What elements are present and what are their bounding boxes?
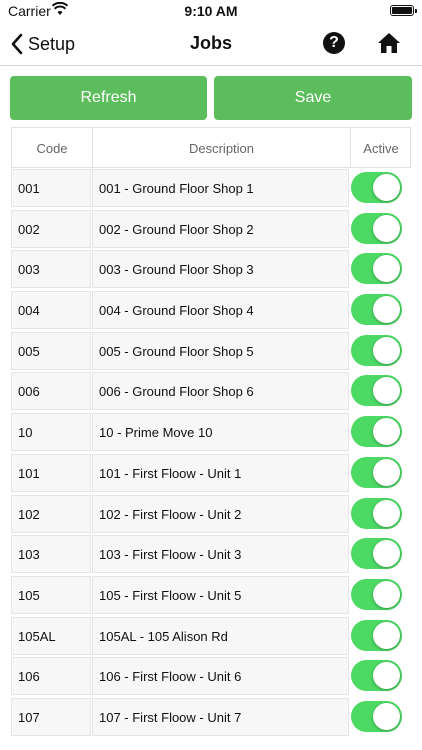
table-header: Code Description Active bbox=[11, 127, 411, 168]
table-row[interactable]: 004 004 - Ground Floor Shop 4 bbox=[11, 290, 411, 331]
table-row[interactable]: 003 003 - Ground Floor Shop 3 bbox=[11, 249, 411, 290]
table-row[interactable]: 005 005 - Ground Floor Shop 5 bbox=[11, 331, 411, 372]
active-toggle[interactable] bbox=[351, 538, 402, 570]
toggle-knob bbox=[373, 540, 400, 568]
row-description: 006 - Ground Floor Shop 6 bbox=[92, 372, 349, 411]
refresh-button[interactable]: Refresh bbox=[10, 76, 207, 120]
row-code: 101 bbox=[11, 453, 91, 492]
table-row[interactable]: 101 101 - First Floow - Unit 1 bbox=[11, 453, 411, 494]
row-description: 001 - Ground Floor Shop 1 bbox=[92, 169, 349, 207]
row-code: 006 bbox=[11, 372, 91, 411]
row-description: 105AL - 105 Alison Rd bbox=[92, 616, 349, 655]
table-row[interactable]: 006 006 - Ground Floor Shop 6 bbox=[11, 371, 411, 412]
row-code: 105 bbox=[11, 575, 91, 614]
table-row[interactable]: 001 001 - Ground Floor Shop 1 bbox=[11, 168, 411, 209]
row-code: 105AL bbox=[11, 616, 91, 655]
row-code: 002 bbox=[11, 209, 91, 248]
table-row[interactable]: 103 103 - First Floow - Unit 3 bbox=[11, 534, 411, 575]
table-row[interactable]: 106 106 - First Floow - Unit 6 bbox=[11, 656, 411, 697]
active-toggle[interactable] bbox=[351, 375, 402, 407]
active-toggle[interactable] bbox=[351, 578, 402, 610]
active-toggle[interactable] bbox=[351, 212, 402, 244]
active-toggle[interactable] bbox=[351, 253, 402, 285]
toggle-knob bbox=[373, 255, 400, 283]
row-description: 106 - First Floow - Unit 6 bbox=[92, 657, 349, 696]
table-row[interactable]: 107 107 - First Floow - Unit 7 bbox=[11, 697, 411, 738]
home-icon[interactable] bbox=[377, 32, 401, 54]
row-code: 001 bbox=[11, 169, 91, 207]
status-bar: Carrier 9:10 AM bbox=[0, 0, 422, 22]
toggle-knob bbox=[373, 662, 400, 690]
toggle-knob bbox=[373, 499, 400, 527]
clock: 9:10 AM bbox=[184, 3, 238, 19]
active-toggle[interactable] bbox=[351, 660, 402, 692]
toggle-knob bbox=[373, 418, 400, 446]
row-code: 10 bbox=[11, 413, 91, 452]
battery-icon bbox=[390, 5, 417, 16]
toggle-knob bbox=[373, 621, 400, 649]
active-toggle[interactable] bbox=[351, 334, 402, 366]
action-bar: Refresh Save bbox=[10, 76, 412, 120]
row-code: 106 bbox=[11, 657, 91, 696]
row-description: 107 - First Floow - Unit 7 bbox=[92, 697, 349, 736]
row-description: 002 - Ground Floor Shop 2 bbox=[92, 209, 349, 248]
table-body: 001 001 - Ground Floor Shop 1 002 002 - Gro… bbox=[11, 168, 411, 738]
toggle-knob bbox=[373, 458, 400, 486]
active-toggle[interactable] bbox=[351, 294, 402, 326]
column-header-description: Description bbox=[93, 128, 351, 167]
row-description: 105 - First Floow - Unit 5 bbox=[92, 575, 349, 614]
navigation-bar: Setup Jobs ? bbox=[0, 22, 422, 66]
help-icon[interactable]: ? bbox=[323, 32, 345, 54]
toggle-knob bbox=[373, 336, 400, 364]
row-code: 004 bbox=[11, 291, 91, 330]
row-description: 003 - Ground Floor Shop 3 bbox=[92, 250, 349, 289]
toggle-knob bbox=[373, 702, 400, 730]
row-description: 102 - First Floow - Unit 2 bbox=[92, 494, 349, 533]
active-toggle[interactable] bbox=[351, 497, 402, 529]
active-toggle[interactable] bbox=[351, 172, 402, 203]
row-code: 103 bbox=[11, 535, 91, 574]
page-title: Jobs bbox=[189, 33, 232, 53]
table-row[interactable]: 105AL 105AL - 105 Alison Rd bbox=[11, 616, 411, 657]
active-toggle[interactable] bbox=[351, 416, 402, 448]
toggle-knob bbox=[373, 214, 400, 242]
column-header-code: Code bbox=[12, 128, 93, 167]
row-code: 107 bbox=[11, 697, 91, 736]
table-row[interactable]: 105 105 - First Floow - Unit 5 bbox=[11, 575, 411, 616]
save-button[interactable]: Save bbox=[214, 76, 412, 120]
row-description: 101 - First Floow - Unit 1 bbox=[92, 453, 349, 492]
toggle-knob bbox=[373, 377, 400, 405]
row-code: 003 bbox=[11, 250, 91, 289]
active-toggle[interactable] bbox=[351, 456, 402, 488]
row-description: 005 - Ground Floor Shop 5 bbox=[92, 331, 349, 370]
toggle-knob bbox=[373, 580, 400, 608]
active-toggle[interactable] bbox=[351, 700, 402, 732]
toggle-knob bbox=[373, 174, 400, 201]
toggle-knob bbox=[373, 296, 400, 324]
table-row[interactable]: 102 102 - First Floow - Unit 2 bbox=[11, 494, 411, 535]
jobs-table: Code Description Active 001 001 - Ground … bbox=[11, 127, 411, 738]
active-toggle[interactable] bbox=[351, 619, 402, 651]
table-row[interactable]: 002 002 - Ground Floor Shop 2 bbox=[11, 209, 411, 250]
row-code: 102 bbox=[11, 494, 91, 533]
row-description: 004 - Ground Floor Shop 4 bbox=[92, 291, 349, 330]
table-row[interactable]: 10 10 - Prime Move 10 bbox=[11, 412, 411, 453]
row-description: 10 - Prime Move 10 bbox=[92, 413, 349, 452]
row-code: 005 bbox=[11, 331, 91, 370]
column-header-active: Active bbox=[363, 141, 399, 156]
row-description: 103 - First Floow - Unit 3 bbox=[92, 535, 349, 574]
